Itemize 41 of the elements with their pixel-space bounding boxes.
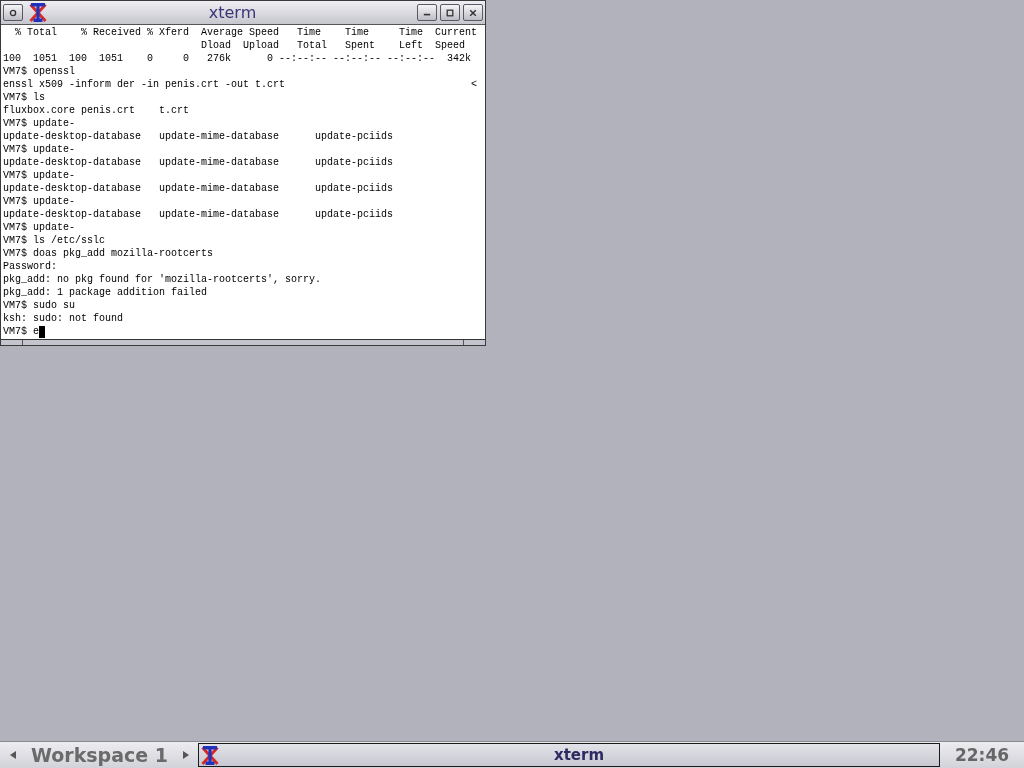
left-triangle-icon[interactable]: [10, 751, 16, 759]
window-menu-button[interactable]: [3, 4, 23, 21]
workspace-name: Workspace 1: [30, 743, 169, 767]
terminal-line: VM7$ update-: [3, 221, 75, 234]
terminal-line: enssl x509 -inform der -in penis.crt -out t.crt: [3, 78, 286, 91]
terminal-line: VM7$ doas pkg_add mozilla-rootcerts: [3, 247, 214, 260]
terminal-line: update-desktop-database update-mime-database update-pciids: [3, 182, 394, 195]
close-icon: [469, 8, 477, 17]
terminal-line: pkg_add: no pkg found for 'mozilla-rootcerts', sorry.: [3, 273, 322, 286]
terminal-line: VM7$ ls /etc/sslc: [3, 234, 106, 247]
terminal-line: % Total % Received % Xferd Average Speed Time Time Time Current: [15, 26, 478, 39]
terminal-line: 100 1051 100 1051 0 0 276k 0 --:--:-- --:--:-- --:--:-- 342k: [3, 52, 472, 65]
resize-handle[interactable]: [1, 339, 485, 345]
terminal-line: VM7$ ls: [3, 91, 45, 104]
minimize-button[interactable]: [417, 4, 437, 21]
maximize-icon: [446, 8, 454, 17]
terminal-line: Dload Upload Total Spent Left Speed: [201, 39, 466, 52]
terminal-line: pkg_add: 1 package addition failed: [3, 286, 208, 299]
xterm-logo-icon: [28, 2, 48, 23]
xterm-logo-icon: [200, 744, 220, 766]
terminal-line: VM7$ sudo su: [3, 299, 75, 312]
terminal-line: VM7$ e: [3, 325, 39, 338]
terminal-line: ksh: sudo: not found: [3, 312, 124, 325]
terminal-line: VM7$ update-: [3, 195, 75, 208]
scroll-indicator: <: [471, 78, 477, 91]
terminal-line: update-desktop-database update-mime-database update-pciids: [3, 156, 394, 169]
clock: 22:46: [954, 745, 1010, 765]
right-triangle-icon[interactable]: [183, 751, 189, 759]
terminal-line: update-desktop-database update-mime-database update-pciids: [3, 130, 394, 143]
terminal-line: update-desktop-database update-mime-database update-pciids: [3, 208, 394, 221]
maximize-button[interactable]: [440, 4, 460, 21]
terminal-line: fluxbox.core penis.crt t.crt: [3, 104, 190, 117]
terminal-line: VM7$ openssl: [3, 65, 75, 78]
terminal-line: VM7$ update-: [3, 143, 75, 156]
close-button[interactable]: [463, 4, 483, 21]
task-button[interactable]: xterm: [198, 743, 940, 767]
circle-icon: [9, 8, 17, 17]
terminal-line: VM7$ update-: [3, 117, 75, 130]
terminal-line: Password:: [3, 260, 57, 273]
terminal-line: VM7$ update-: [3, 169, 75, 182]
window-title: xterm: [208, 2, 257, 23]
